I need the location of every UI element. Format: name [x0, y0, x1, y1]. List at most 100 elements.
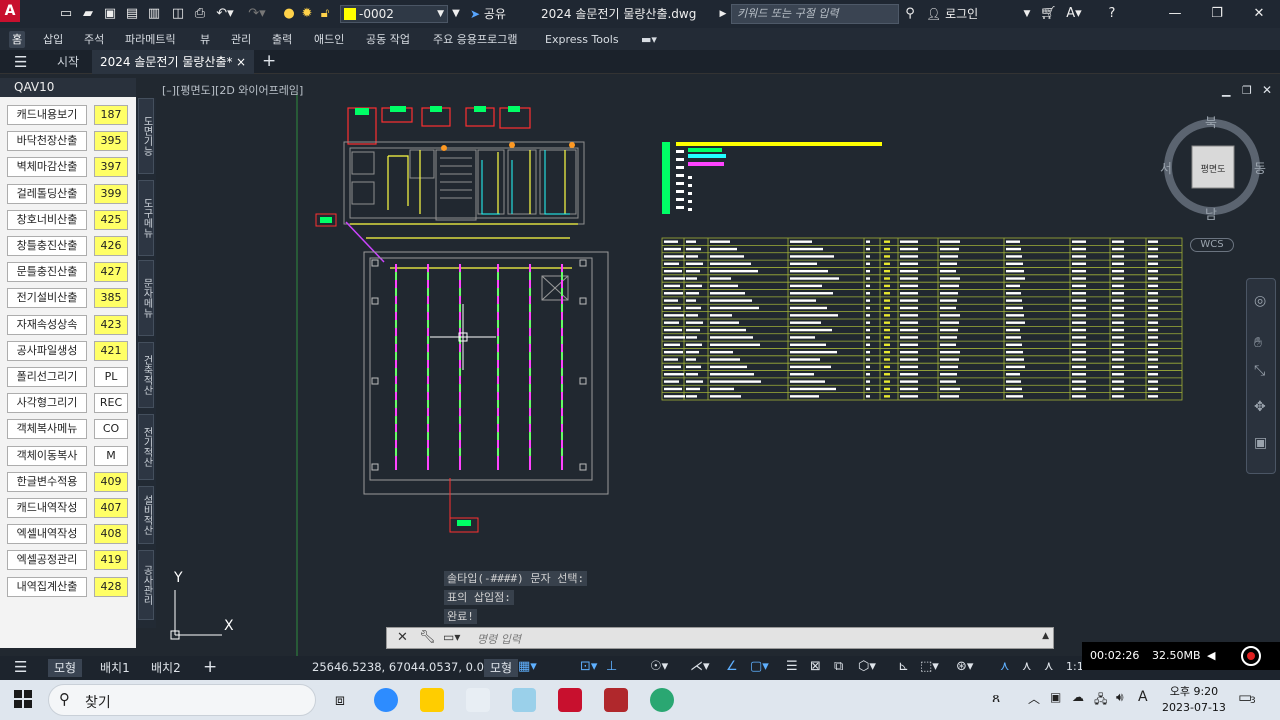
search-icon[interactable]: ⚲	[902, 4, 918, 24]
coordinates-readout[interactable]: 25646.5238, 67044.0537, 0.0000	[312, 660, 506, 674]
palette-vertical-tab[interactable]: 공사관리	[138, 550, 154, 620]
close-tab-icon[interactable]: ×	[236, 50, 246, 74]
palette-shortcut-button[interactable]: REC	[94, 393, 128, 414]
paint-icon[interactable]	[466, 688, 490, 712]
command-history-toggle-icon[interactable]: ▲	[1042, 631, 1049, 641]
palette-command-button[interactable]: 객체복사메뉴	[7, 419, 87, 440]
palette-shortcut-button[interactable]: 409	[94, 471, 128, 492]
tab-home[interactable]: 홈	[9, 31, 26, 48]
palette-shortcut-button[interactable]: 408	[94, 524, 128, 545]
lineweight-icon[interactable]: ☰	[786, 659, 798, 674]
palette-shortcut-button[interactable]: M	[94, 445, 128, 466]
tab-parametric[interactable]: 파라메트릭	[122, 31, 179, 48]
save-as-icon[interactable]: ▤	[124, 4, 140, 24]
snap-icon[interactable]: ⊡▾	[580, 659, 597, 674]
login-button[interactable]: 👤︎ 로그인	[926, 5, 978, 22]
expand-icon[interactable]: ▶	[718, 4, 728, 24]
orbit-icon[interactable]: ✥	[1254, 399, 1266, 415]
showmotion-icon[interactable]: ▣	[1254, 435, 1267, 451]
isodraft-icon[interactable]: ⋌▾	[690, 659, 710, 674]
save-icon[interactable]: ▣	[102, 4, 118, 24]
close-command-icon[interactable]: ✕	[397, 630, 408, 645]
autocad-logo-icon[interactable]: A	[0, 0, 20, 22]
palette-shortcut-button[interactable]: 395	[94, 131, 128, 152]
palette-command-button[interactable]: 캐드내역작성	[7, 498, 87, 518]
ortho-icon[interactable]: ⊥	[606, 659, 617, 674]
open-folder-icon[interactable]: ▰	[80, 4, 96, 24]
autodesk-app-icon[interactable]: A▾	[1062, 4, 1086, 24]
windows-start-icon[interactable]	[14, 690, 32, 708]
recorder-stop-button[interactable]	[1241, 646, 1261, 666]
zoom-app-icon[interactable]	[374, 688, 398, 712]
layer-lock-icon[interactable]: 🔓︎	[318, 4, 332, 24]
camera-icon[interactable]: ▣	[1050, 690, 1061, 704]
palette-command-button[interactable]: 캐드내용보기	[7, 105, 87, 125]
palette-shortcut-button[interactable]: 187	[94, 105, 128, 125]
viewport-controls-label[interactable]: [–][평면도][2D 와이어프레임]	[162, 82, 303, 98]
viewcube-east[interactable]: 동	[1254, 158, 1266, 177]
tab-annotate[interactable]: 주석	[81, 31, 107, 48]
layer-freeze-icon[interactable]: ✹	[300, 4, 314, 24]
gizmo-icon[interactable]: ⊛▾	[956, 659, 973, 674]
palette-command-button[interactable]: 객체이동복사	[7, 445, 87, 466]
viewcube[interactable]: 북 남 동 서 평면도	[1160, 112, 1270, 223]
tab-current-drawing[interactable]: 2024 솔문전기 물량산출* ×	[92, 50, 254, 74]
palette-shortcut-button[interactable]: 423	[94, 314, 128, 335]
task-view-icon[interactable]: ⧈	[328, 688, 352, 712]
tab-express-tools[interactable]: Express Tools	[542, 31, 622, 48]
palette-command-button[interactable]: 창틀충진산출	[7, 236, 87, 256]
tab-manage[interactable]: 관리	[228, 31, 254, 48]
palette-shortcut-button[interactable]: 397	[94, 157, 128, 178]
edge-browser-icon[interactable]	[650, 688, 674, 712]
model-space-button[interactable]: 모형	[484, 659, 519, 677]
estimation-app-icon[interactable]	[604, 688, 628, 712]
selection-filter-icon[interactable]: ⬚▾	[920, 659, 939, 674]
viewport-minimize-icon[interactable]: ▁	[1222, 84, 1230, 97]
palette-shortcut-button[interactable]: 399	[94, 183, 128, 204]
3d-osnap-icon[interactable]: ⬡▾	[858, 659, 876, 674]
new-file-icon[interactable]: ▭	[58, 4, 74, 24]
object-snap-tracking-icon[interactable]: ∠	[726, 659, 738, 674]
cart-icon[interactable]: 🛒︎	[1040, 4, 1057, 24]
people-icon[interactable]: ጸ	[992, 690, 1000, 706]
layer-on-icon[interactable]: ●	[282, 4, 296, 24]
palette-shortcut-button[interactable]: 428	[94, 576, 128, 597]
volume-icon[interactable]: 🔊︎	[1116, 690, 1124, 705]
onedrive-icon[interactable]: ☁︎	[1072, 690, 1084, 704]
taskbar-search[interactable]: ⚲ 찾기	[48, 684, 316, 716]
recorder-volume-icon[interactable]: ◀︎	[1207, 649, 1215, 662]
palette-shortcut-button[interactable]: PL	[94, 367, 128, 387]
viewcube-face-top[interactable]: 평면도	[1196, 162, 1230, 175]
tab-view[interactable]: 뷰	[197, 31, 213, 48]
dynamic-ucs-icon[interactable]: ⊾	[898, 659, 909, 674]
filter-icon[interactable]: ▼	[450, 4, 462, 24]
layer-dropdown[interactable]: -0002 ▼	[340, 5, 448, 23]
palette-shortcut-button[interactable]: 419	[94, 550, 128, 571]
palette-vertical-tab[interactable]: 도구메뉴	[138, 180, 154, 256]
palette-shortcut-button[interactable]: 385	[94, 288, 128, 309]
login-dropdown-icon[interactable]: ▼	[1022, 4, 1032, 24]
palette-command-button[interactable]: 전기설비산출	[7, 288, 87, 309]
transparency-icon[interactable]: ⊠	[810, 659, 821, 674]
palette-shortcut-button[interactable]: 421	[94, 340, 128, 361]
tab-collaborate[interactable]: 공동 작업	[363, 31, 413, 48]
ime-icon[interactable]: A	[1138, 689, 1148, 705]
annotation-visibility-icon[interactable]: ⋏	[1000, 659, 1010, 674]
palette-shortcut-button[interactable]: CO	[94, 419, 128, 440]
tab-output[interactable]: 출력	[269, 31, 295, 48]
autocad-taskbar-icon[interactable]	[558, 688, 582, 712]
palette-vertical-tab[interactable]: 건축적산	[138, 342, 154, 408]
tab-start[interactable]: 시작	[48, 50, 88, 74]
menu-hamburger-icon[interactable]: ☰	[14, 53, 27, 71]
publish-icon[interactable]: ▥	[146, 4, 162, 24]
tab-featured-apps[interactable]: 주요 응용프로그램	[430, 31, 520, 48]
taskbar-clock[interactable]: 오후 9:20 2023-07-13	[1162, 684, 1226, 716]
viewport-close-icon[interactable]: ✕	[1262, 83, 1272, 97]
viewcube-south[interactable]: 남	[1205, 204, 1217, 223]
layout-list-icon[interactable]: ☰	[14, 658, 27, 676]
pan-icon[interactable]: ✋︎	[1254, 335, 1262, 351]
zoom-extents-icon[interactable]: ⤡	[1254, 363, 1265, 379]
system-tray-chevron-icon[interactable]: ︿	[1028, 690, 1040, 707]
tab-layout2[interactable]: 배치2	[145, 659, 187, 677]
viewcube-west[interactable]: 서	[1160, 158, 1172, 177]
